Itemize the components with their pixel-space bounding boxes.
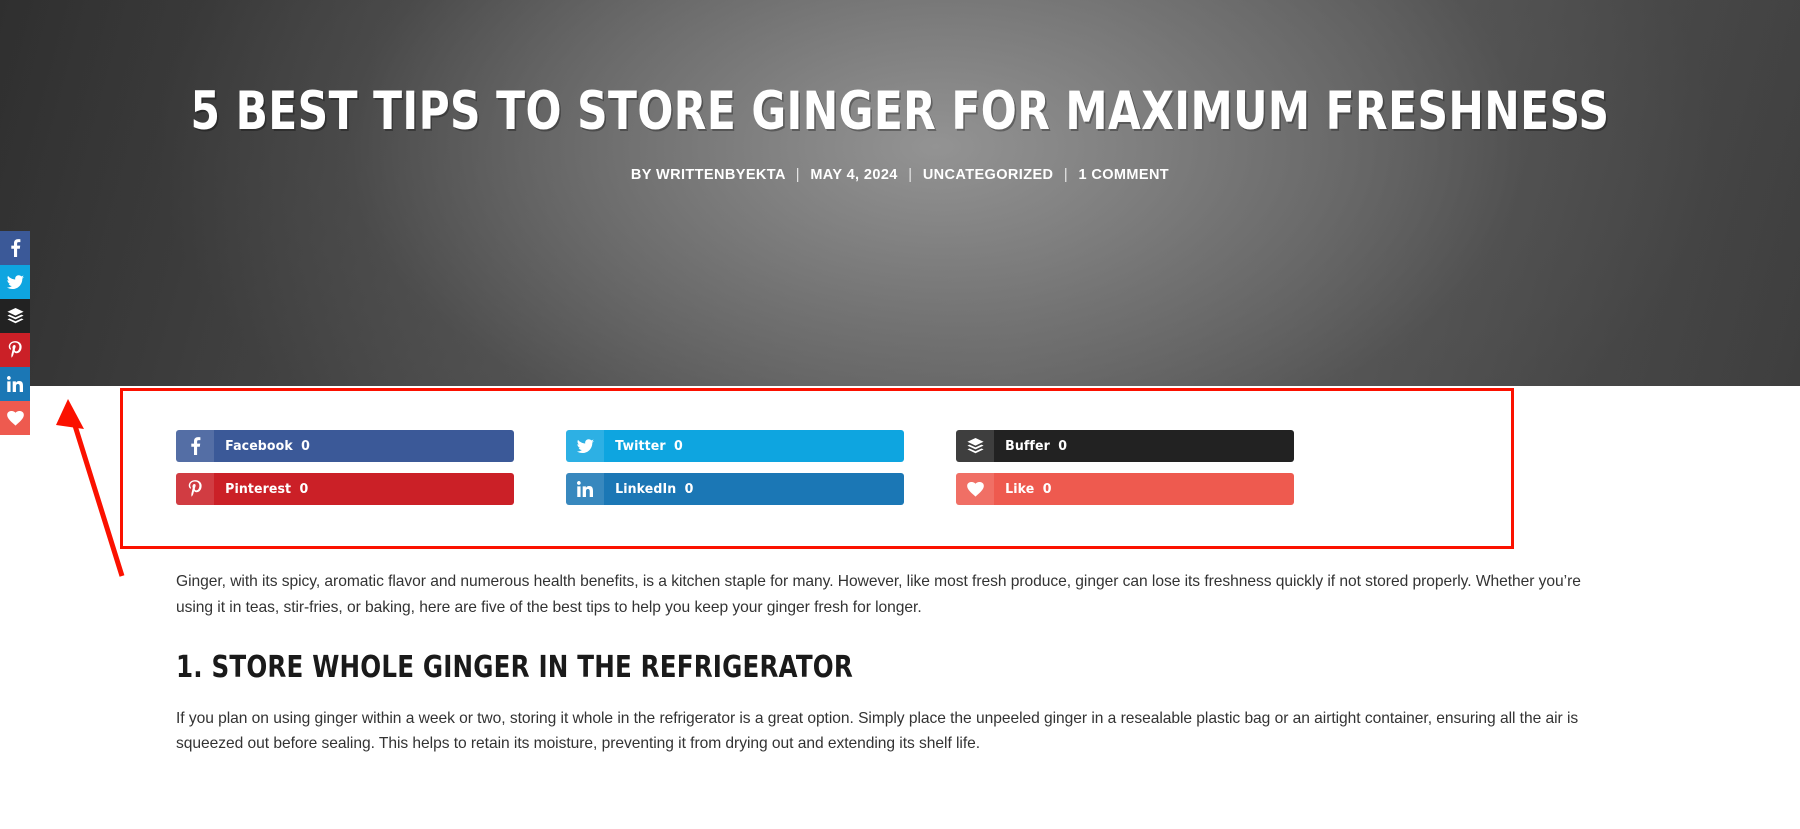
- share-text: Pinterest: [225, 481, 292, 497]
- share-label-pinterest: Pinterest 0: [214, 473, 493, 505]
- post-category[interactable]: UNCATEGORIZED: [923, 167, 1054, 183]
- share-count: 0: [299, 481, 309, 497]
- meta-separator-2: |: [908, 167, 913, 184]
- twitter-icon: [6, 274, 24, 290]
- share-button-grid: Facebook 0 Twitter 0 Buffer 0 Pinterest …: [176, 430, 1620, 505]
- share-count: 0: [673, 438, 683, 454]
- buffer-icon: [956, 430, 994, 462]
- section-heading: 1. Store Whole Ginger in the Refrigerato…: [176, 650, 853, 685]
- share-count: 0: [301, 438, 310, 454]
- share-button-pinterest[interactable]: Pinterest 0: [176, 473, 514, 505]
- meta-separator-1: |: [795, 167, 800, 184]
- section-paragraph: If you plan on using ginger within a wee…: [176, 709, 1579, 753]
- heart-icon: [6, 410, 24, 426]
- share-text: Facebook: [225, 438, 293, 454]
- sidebar-share-buffer[interactable]: [0, 299, 30, 333]
- pinterest-icon: [8, 341, 22, 359]
- post-meta: BY WRITTENBYEKTA | MAY 4, 2024 | UNCATEG…: [0, 167, 1800, 183]
- share-count: 0: [1042, 481, 1052, 497]
- pinterest-icon: [176, 473, 214, 505]
- intro-paragraph: Ginger, with its spicy, aromatic flavor …: [176, 573, 1581, 616]
- share-label-like: Like 0: [994, 473, 1273, 505]
- share-label-buffer: Buffer 0: [994, 430, 1273, 462]
- sidebar-share-like[interactable]: [0, 401, 30, 435]
- share-count: 0: [684, 481, 694, 497]
- share-button-buffer[interactable]: Buffer 0: [956, 430, 1294, 462]
- share-text: Like: [1005, 481, 1035, 497]
- sidebar-share-linkedin[interactable]: [0, 367, 30, 401]
- post-comment-count[interactable]: 1 COMMENT: [1078, 167, 1169, 183]
- article-body: Ginger, with its spicy, aromatic flavor …: [176, 569, 1620, 757]
- share-label-linkedin: LinkedIn 0: [604, 473, 883, 505]
- facebook-icon: [176, 430, 214, 462]
- share-button-like[interactable]: Like 0: [956, 473, 1294, 505]
- linkedin-icon: [7, 376, 23, 392]
- share-text: Buffer: [1005, 438, 1050, 454]
- post-author[interactable]: BY WRITTENBYEKTA: [631, 167, 785, 183]
- sidebar-share-twitter[interactable]: [0, 265, 30, 299]
- share-button-facebook[interactable]: Facebook 0: [176, 430, 514, 462]
- hero-banner: 5 Best Tips to Store Ginger for Maximum …: [0, 0, 1800, 386]
- buffer-icon: [6, 307, 24, 325]
- share-label-twitter: Twitter 0: [604, 430, 883, 462]
- main-content: Facebook 0 Twitter 0 Buffer 0 Pinterest …: [0, 386, 1800, 829]
- share-button-twitter[interactable]: Twitter 0: [566, 430, 904, 462]
- page-title: 5 Best Tips to Store Ginger for Maximum …: [190, 81, 1610, 142]
- twitter-icon: [566, 430, 604, 462]
- blog-post-page: 5 Best Tips to Store Ginger for Maximum …: [0, 0, 1800, 829]
- facebook-icon: [10, 239, 21, 257]
- share-text: LinkedIn: [615, 481, 677, 497]
- share-count: 0: [1058, 438, 1068, 454]
- heart-icon: [956, 473, 994, 505]
- share-button-linkedin[interactable]: LinkedIn 0: [566, 473, 904, 505]
- floating-share-sidebar: [0, 231, 30, 435]
- linkedin-icon: [566, 473, 604, 505]
- meta-separator-3: |: [1063, 167, 1069, 184]
- post-date: MAY 4, 2024: [810, 167, 898, 184]
- share-text: Twitter: [615, 438, 666, 454]
- hero-inner: 5 Best Tips to Store Ginger for Maximum …: [0, 0, 1800, 183]
- sidebar-share-facebook[interactable]: [0, 231, 30, 265]
- share-label-facebook: Facebook 0: [214, 430, 493, 462]
- sidebar-share-pinterest[interactable]: [0, 333, 30, 367]
